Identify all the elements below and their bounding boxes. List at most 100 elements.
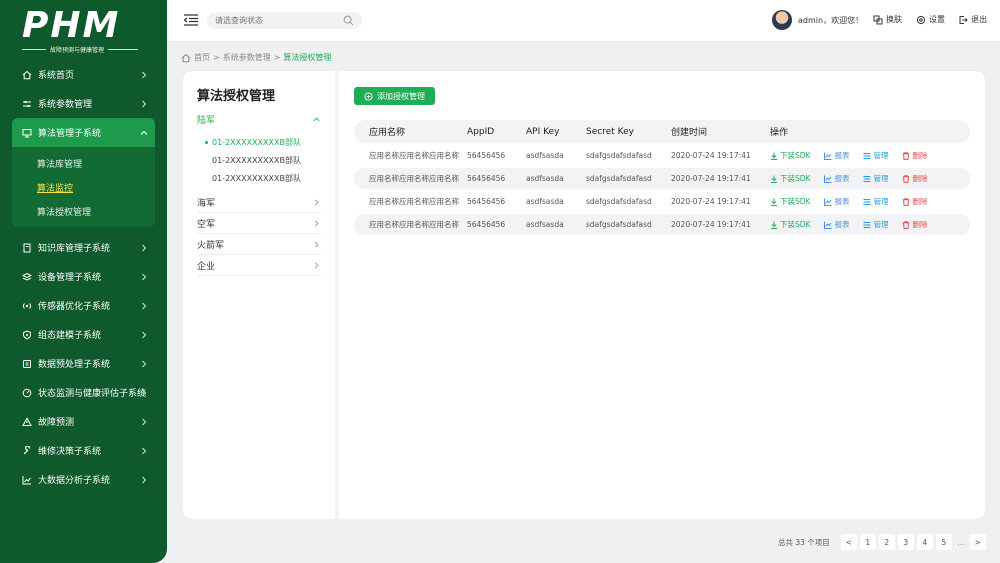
chevron-right-icon <box>314 198 319 206</box>
trash-icon <box>903 197 910 206</box>
manage-button[interactable]: 管理 <box>863 173 888 184</box>
skin-button[interactable]: 换肤 <box>873 14 902 25</box>
sidebar-item-bigdata[interactable]: 大数据分析子系统 <box>0 465 167 494</box>
sidebar-item-device[interactable]: 设备管理子系统 <box>0 262 167 291</box>
report-button[interactable]: 报表 <box>824 196 849 207</box>
sidebar-item-preprocess[interactable]: 数据预处理子系统 <box>0 349 167 378</box>
breadcrumb-level1[interactable]: 系统参数管理 <box>223 52 271 63</box>
chevron-right-icon <box>142 476 147 484</box>
pagination-total: 总共 33 个项目 <box>778 537 830 547</box>
tree-item-army[interactable]: 陆军 <box>197 110 321 128</box>
chart-icon <box>824 152 832 160</box>
radio-icon <box>22 301 32 311</box>
book-icon <box>22 243 32 253</box>
trash-icon <box>903 174 910 183</box>
page-button[interactable]: 1 <box>859 534 876 550</box>
report-button[interactable]: 报表 <box>824 173 849 184</box>
sidebar-item-health[interactable]: 状态监测与健康评估子系统 <box>0 378 167 407</box>
sidebar-subitem-library[interactable]: 算法库管理 <box>12 151 155 175</box>
tree-item-enterprise[interactable]: 企业 <box>197 255 321 276</box>
settings-button[interactable]: 设置 <box>916 14 945 25</box>
chevron-right-icon <box>142 360 147 368</box>
tree-child-unit[interactable]: 01-2XXXXXXXXXB部队 <box>197 133 321 151</box>
chevron-right-icon <box>142 100 147 108</box>
pagination: 总共 33 个项目 < 1 2 3 4 5 ... > <box>778 534 986 550</box>
sidebar-item-modeling[interactable]: 组态建模子系统 <box>0 320 167 349</box>
table-row: 应用名称应用名称应用名称 56456456 asdfsasda sdafgsda… <box>354 168 970 189</box>
sidebar-nav: 系统首页 系统参数管理 算法管理子系统 算法库管理 算法监控 算法授权管理 知识… <box>0 60 167 494</box>
wrench-icon <box>22 445 32 456</box>
list-settings-icon <box>863 198 871 205</box>
next-page-button[interactable]: > <box>969 534 986 550</box>
breadcrumb-home[interactable]: 首页 <box>194 52 210 63</box>
gear-icon <box>916 15 926 24</box>
algorithm-submenu: 算法库管理 算法监控 算法授权管理 <box>12 147 155 227</box>
tree-child-unit[interactable]: 01-2XXXXXXXXXB部队 <box>197 169 321 187</box>
download-sdk-button[interactable]: 下装SDK <box>770 196 810 207</box>
chevron-right-icon <box>314 219 319 227</box>
skin-icon <box>873 15 883 24</box>
page-button[interactable]: 2 <box>878 534 895 550</box>
search-icon[interactable] <box>343 15 354 26</box>
main-card: 算法授权管理 陆军 01-2XXXXXXXXXB部队 01-2XXXXXXXXX… <box>183 71 985 519</box>
report-button[interactable]: 报表 <box>824 150 849 161</box>
search-box <box>207 12 362 29</box>
home-icon[interactable] <box>181 53 191 63</box>
chart-line-icon <box>22 475 32 485</box>
chevron-up-icon <box>140 130 148 135</box>
user-greeting: admin，欢迎您！ <box>798 15 864 25</box>
tree-item-rocketforce[interactable]: 火箭军 <box>197 234 321 255</box>
add-license-button[interactable]: 添加授权管理 <box>354 87 435 105</box>
manage-button[interactable]: 管理 <box>863 196 888 207</box>
chart-icon <box>824 221 832 229</box>
avatar[interactable] <box>772 10 792 30</box>
manage-button[interactable]: 管理 <box>863 219 888 230</box>
chevron-up-icon <box>313 117 320 121</box>
menu-toggle-icon[interactable] <box>184 14 198 26</box>
sidebar-item-params[interactable]: 系统参数管理 <box>0 89 167 118</box>
page-button[interactable]: 4 <box>916 534 933 550</box>
prev-page-button[interactable]: < <box>840 534 857 550</box>
tree-item-navy[interactable]: 海军 <box>197 192 321 213</box>
chevron-right-icon <box>142 273 147 281</box>
search-input[interactable] <box>215 16 335 25</box>
delete-button[interactable]: 删除 <box>902 196 927 207</box>
chevron-right-icon <box>142 447 147 455</box>
chart-icon <box>824 198 832 206</box>
download-sdk-button[interactable]: 下装SDK <box>770 219 810 230</box>
breadcrumb: 首页 > 系统参数管理 > 算法授权管理 <box>181 52 331 63</box>
trash-icon <box>903 220 910 229</box>
page-button[interactable]: 3 <box>897 534 914 550</box>
page-title: 算法授权管理 <box>197 89 276 104</box>
tree-item-airforce[interactable]: 空军 <box>197 213 321 234</box>
table-header: 应用名称 AppID API Key Secret Key 创建时间 操作 <box>354 120 970 143</box>
logout-button[interactable]: 退出 <box>958 14 987 25</box>
delete-button[interactable]: 删除 <box>902 173 927 184</box>
tree-child-unit[interactable]: 01-2XXXXXXXXXB部队 <box>197 151 321 169</box>
sidebar-item-knowledge[interactable]: 知识库管理子系统 <box>0 233 167 262</box>
sidebar-subitem-monitor[interactable]: 算法监控 <box>12 175 155 199</box>
report-button[interactable]: 报表 <box>824 219 849 230</box>
gauge-icon <box>22 388 32 398</box>
page-button[interactable]: 5 <box>935 534 952 550</box>
download-icon <box>771 198 777 206</box>
sidebar-item-home[interactable]: 系统首页 <box>0 60 167 89</box>
list-settings-icon <box>863 175 871 182</box>
sidebar-item-fault[interactable]: 故障预测 <box>0 407 167 436</box>
download-sdk-button[interactable]: 下装SDK <box>770 173 810 184</box>
delete-button[interactable]: 删除 <box>902 219 927 230</box>
trash-icon <box>903 151 910 160</box>
chevron-right-icon <box>142 418 147 426</box>
delete-button[interactable]: 删除 <box>902 150 927 161</box>
sidebar-item-sensor[interactable]: 传感器优化子系统 <box>0 291 167 320</box>
user-info[interactable]: admin，欢迎您！ <box>772 10 863 30</box>
sidebar-item-algorithm[interactable]: 算法管理子系统 <box>12 118 155 147</box>
chevron-right-icon <box>314 261 319 269</box>
license-table-panel: 添加授权管理 应用名称 AppID API Key Secret Key 创建时… <box>354 87 970 235</box>
download-sdk-button[interactable]: 下装SDK <box>770 150 810 161</box>
sidebar-item-maintenance[interactable]: 维修决策子系统 <box>0 436 167 465</box>
sidebar-subitem-license[interactable]: 算法授权管理 <box>12 199 155 223</box>
pagination-ellipsis: ... <box>957 537 965 547</box>
logo-text: PHM <box>22 5 121 46</box>
manage-button[interactable]: 管理 <box>863 150 888 161</box>
